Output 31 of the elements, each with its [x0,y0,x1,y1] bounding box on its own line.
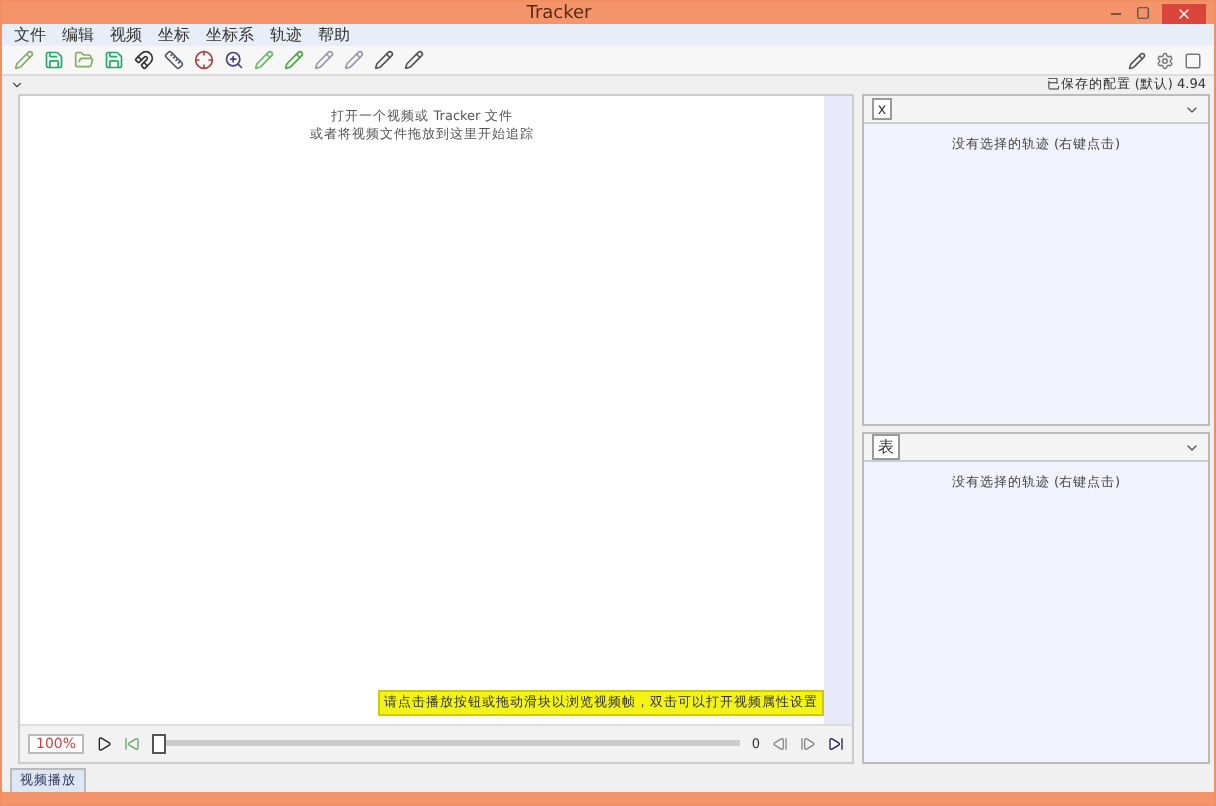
maximize-icon[interactable] [1136,6,1150,20]
menu-item[interactable]: 帮助 [318,24,350,46]
menu-item[interactable]: 轨迹 [270,24,302,46]
menu-item[interactable]: 编辑 [62,24,94,46]
close-icon [1176,5,1192,21]
save-icon[interactable] [104,50,124,70]
step-back-button[interactable] [772,736,788,752]
track-selector[interactable]: x [872,98,892,120]
settings-icon[interactable] [1156,51,1174,69]
play-button[interactable] [96,736,113,752]
crosshair-icon[interactable] [194,50,214,70]
menu-item[interactable]: 坐标系 [206,24,254,46]
skip-forward-button[interactable] [828,736,844,752]
skip-back-button[interactable] [124,736,141,752]
window-icon[interactable] [1184,51,1202,69]
magnet-icon[interactable] [134,50,154,70]
menu-item[interactable]: 文件 [14,24,46,46]
folder-icon[interactable] [74,50,94,70]
window-title: Tracker [524,3,594,23]
pencil-icon[interactable] [404,50,424,70]
pencil-icon[interactable] [374,50,394,70]
step-forward-button[interactable] [800,736,816,752]
menu-item[interactable]: 坐标 [158,24,190,46]
ruler-icon[interactable] [164,50,184,70]
close-button[interactable] [1162,3,1206,23]
pencil-icon[interactable] [1128,51,1146,69]
menu-item[interactable]: 视频 [110,24,142,46]
caret-icon[interactable] [10,78,24,92]
zoom-icon[interactable] [224,50,244,70]
track-selector[interactable]: 表 [872,434,900,460]
save-icon[interactable] [44,50,64,70]
